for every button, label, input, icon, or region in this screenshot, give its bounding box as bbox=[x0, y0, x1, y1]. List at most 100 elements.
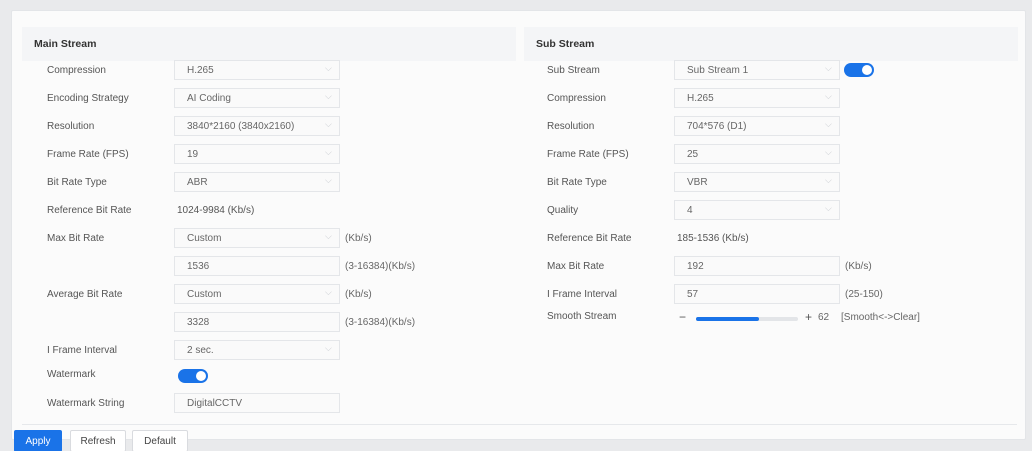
main-iframe-select[interactable]: 2 sec. ⌵ bbox=[174, 340, 340, 360]
sub-framerate-select[interactable]: 25 ⌵ bbox=[674, 144, 840, 164]
apply-button[interactable]: Apply bbox=[14, 430, 62, 451]
smooth-stream-hint: [Smooth<->Clear] bbox=[841, 312, 920, 323]
main-framerate-value: 19 bbox=[187, 148, 199, 160]
refresh-button[interactable]: Refresh bbox=[70, 430, 126, 451]
sub-stream-title: Sub Stream bbox=[536, 38, 595, 50]
main-framerate-select[interactable]: 19 ⌵ bbox=[174, 144, 340, 164]
main-encoding-label: Encoding Strategy bbox=[47, 93, 129, 104]
sub-maxbitrate-unit: (Kb/s) bbox=[845, 261, 872, 272]
chevron-down-icon: ⌵ bbox=[325, 343, 332, 353]
footer-divider bbox=[22, 424, 1017, 425]
toggle-knob bbox=[862, 65, 872, 75]
main-maxbitrate-input[interactable]: 1536 bbox=[174, 256, 340, 276]
main-avgbitrate-unit: (Kb/s) bbox=[345, 289, 372, 300]
main-encoding-select[interactable]: AI Coding ⌵ bbox=[174, 88, 340, 108]
main-maxbitrate-label: Max Bit Rate bbox=[47, 233, 105, 244]
sub-resolution-label: Resolution bbox=[547, 121, 595, 132]
sub-substream-select[interactable]: Sub Stream 1 ⌵ bbox=[674, 60, 840, 80]
main-resolution-select[interactable]: 3840*2160 (3840x2160) ⌵ bbox=[174, 116, 340, 136]
main-avgbitrate-input[interactable]: 3328 bbox=[174, 312, 340, 332]
chevron-down-icon: ⌵ bbox=[325, 119, 332, 129]
sub-quality-select[interactable]: 4 ⌵ bbox=[674, 200, 840, 220]
refresh-button-label: Refresh bbox=[80, 435, 116, 447]
default-button[interactable]: Default bbox=[132, 430, 188, 451]
sub-substream-value: Sub Stream 1 bbox=[687, 64, 749, 76]
main-watermarkstring-value: DigitalCCTV bbox=[187, 397, 243, 409]
main-resolution-value: 3840*2160 (3840x2160) bbox=[187, 120, 295, 132]
default-button-label: Default bbox=[144, 435, 176, 447]
sub-compression-select[interactable]: H.265 ⌵ bbox=[674, 88, 840, 108]
sub-iframe-label: I Frame Interval bbox=[547, 289, 618, 300]
sub-quality-label: Quality bbox=[547, 205, 579, 216]
chevron-down-icon: ⌵ bbox=[825, 175, 832, 185]
main-watermark-label: Watermark bbox=[47, 369, 96, 380]
smooth-stream-slider[interactable] bbox=[696, 317, 798, 321]
main-watermarkstring-input[interactable]: DigitalCCTV bbox=[174, 393, 340, 413]
chevron-down-icon: ⌵ bbox=[325, 91, 332, 101]
main-avgbitrate-range: (3-16384)(Kb/s) bbox=[345, 317, 416, 328]
main-bitratetype-value: ABR bbox=[187, 176, 208, 188]
main-avgbitrate-label: Average Bit Rate bbox=[47, 289, 123, 300]
chevron-down-icon: ⌵ bbox=[825, 63, 832, 73]
main-stream-title: Main Stream bbox=[34, 38, 97, 50]
sub-maxbitrate-label: Max Bit Rate bbox=[547, 261, 605, 272]
chevron-down-icon: ⌵ bbox=[325, 63, 332, 73]
main-maxbitrate-input-value: 1536 bbox=[187, 260, 210, 272]
main-iframe-value: 2 sec. bbox=[187, 344, 214, 356]
chevron-down-icon: ⌵ bbox=[325, 147, 332, 157]
main-bitratetype-label: Bit Rate Type bbox=[47, 177, 107, 188]
slider-plus-button[interactable]: + bbox=[805, 310, 812, 324]
sub-quality-value: 4 bbox=[687, 204, 693, 216]
sub-framerate-value: 25 bbox=[687, 148, 699, 160]
main-iframe-label: I Frame Interval bbox=[47, 345, 118, 356]
chevron-down-icon: ⌵ bbox=[825, 119, 832, 129]
chevron-down-icon: ⌵ bbox=[825, 147, 832, 157]
main-stream-header: Main Stream bbox=[22, 27, 516, 61]
main-compression-label: Compression bbox=[47, 65, 106, 76]
chevron-down-icon: ⌵ bbox=[325, 175, 332, 185]
main-maxbitrate-mode-select[interactable]: Custom ⌵ bbox=[174, 228, 340, 248]
sub-refbitrate-label: Reference Bit Rate bbox=[547, 233, 632, 244]
main-framerate-label: Frame Rate (FPS) bbox=[47, 149, 129, 160]
smooth-stream-value: 62 bbox=[818, 312, 830, 323]
sub-resolution-select[interactable]: 704*576 (D1) ⌵ bbox=[674, 116, 840, 136]
sub-maxbitrate-input[interactable]: 192 bbox=[674, 256, 840, 276]
main-avgbitrate-input-value: 3328 bbox=[187, 316, 210, 328]
main-watermarkstring-label: Watermark String bbox=[47, 398, 125, 409]
main-avgbitrate-mode-value: Custom bbox=[187, 288, 222, 300]
sub-substream-toggle[interactable] bbox=[844, 63, 874, 77]
chevron-down-icon: ⌵ bbox=[825, 91, 832, 101]
sub-iframe-input[interactable]: 57 bbox=[674, 284, 840, 304]
main-resolution-label: Resolution bbox=[47, 121, 95, 132]
main-encoding-value: AI Coding bbox=[187, 92, 231, 104]
main-compression-select[interactable]: H.265 ⌵ bbox=[174, 60, 340, 80]
sub-maxbitrate-value: 192 bbox=[687, 260, 704, 272]
main-watermark-toggle[interactable] bbox=[178, 369, 208, 383]
main-maxbitrate-range: (3-16384)(Kb/s) bbox=[345, 261, 416, 272]
main-maxbitrate-unit: (Kb/s) bbox=[345, 233, 372, 244]
sub-resolution-value: 704*576 (D1) bbox=[687, 120, 747, 132]
sub-bitratetype-select[interactable]: VBR ⌵ bbox=[674, 172, 840, 192]
sub-iframe-range: (25-150) bbox=[845, 289, 883, 300]
sub-bitratetype-value: VBR bbox=[687, 176, 708, 188]
encode-settings-panel: Main Stream Sub Stream Compression H.265… bbox=[11, 10, 1026, 451]
sub-refbitrate-value: 185-1536 (Kb/s) bbox=[677, 233, 749, 244]
slider-minus-button[interactable]: − bbox=[679, 310, 686, 324]
sub-smooth-label: Smooth Stream bbox=[547, 311, 617, 322]
sub-framerate-label: Frame Rate (FPS) bbox=[547, 149, 629, 160]
main-refbitrate-value: 1024-9984 (Kb/s) bbox=[177, 205, 255, 216]
sub-substream-label: Sub Stream bbox=[547, 65, 600, 76]
sub-stream-header: Sub Stream bbox=[524, 27, 1018, 61]
sub-iframe-value: 57 bbox=[687, 288, 699, 300]
main-bitratetype-select[interactable]: ABR ⌵ bbox=[174, 172, 340, 192]
toggle-knob bbox=[196, 371, 206, 381]
main-avgbitrate-mode-select[interactable]: Custom ⌵ bbox=[174, 284, 340, 304]
main-refbitrate-label: Reference Bit Rate bbox=[47, 205, 132, 216]
smooth-stream-slider-fill bbox=[696, 317, 760, 321]
apply-button-label: Apply bbox=[25, 435, 51, 447]
chevron-down-icon: ⌵ bbox=[825, 203, 832, 213]
sub-compression-label: Compression bbox=[547, 93, 606, 104]
chevron-down-icon: ⌵ bbox=[325, 287, 332, 297]
main-maxbitrate-mode-value: Custom bbox=[187, 232, 222, 244]
sub-bitratetype-label: Bit Rate Type bbox=[547, 177, 607, 188]
